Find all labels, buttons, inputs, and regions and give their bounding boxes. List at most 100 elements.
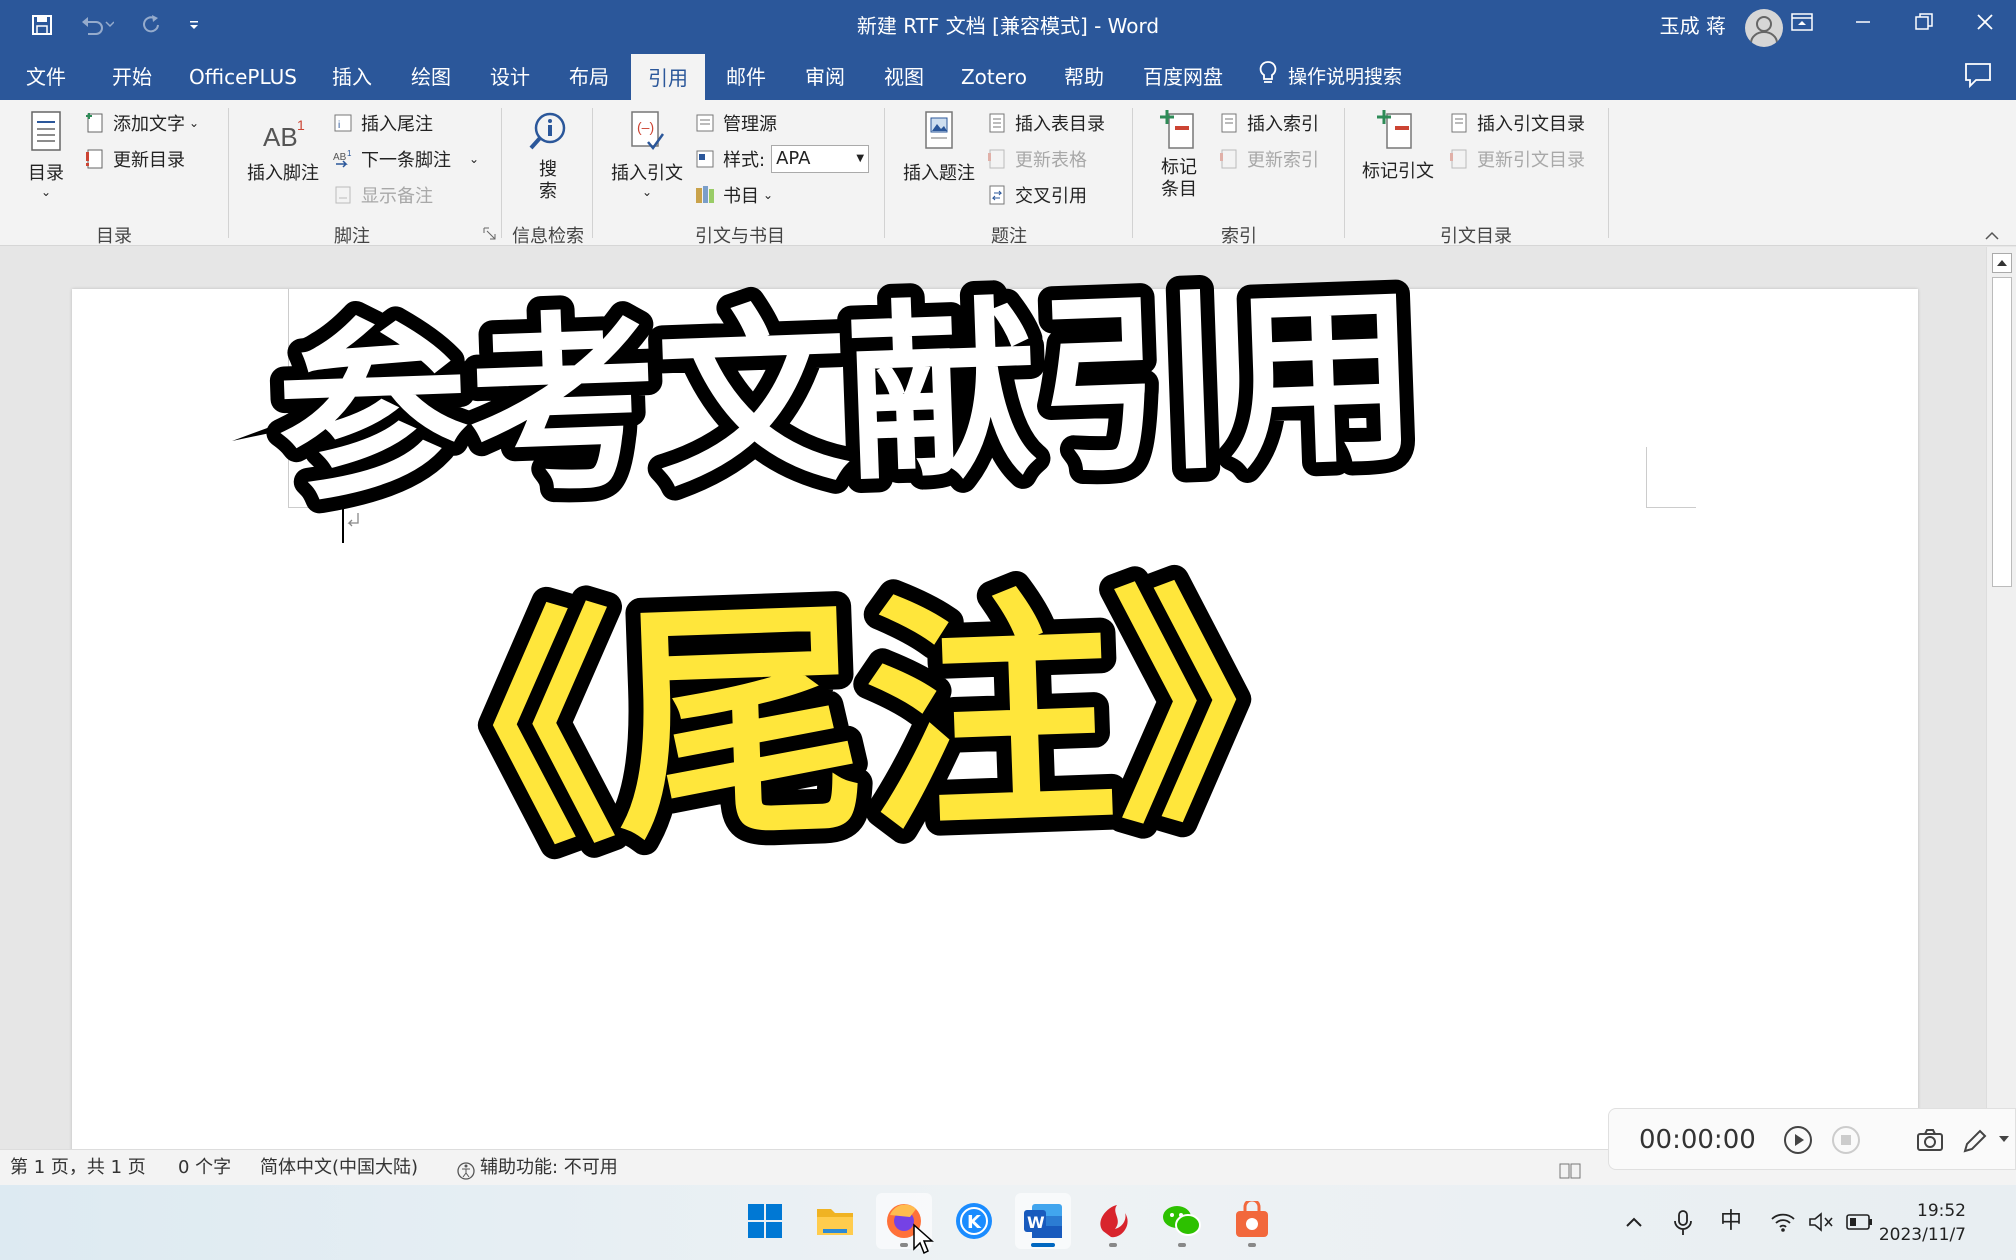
tab-design[interactable]: 设计 [482,50,538,100]
recorder-menu-icon[interactable] [1997,1131,2011,1145]
read-mode-icon[interactable] [1558,1158,1582,1179]
insert-toa-icon [1451,113,1467,133]
tab-references[interactable]: 引用 [631,54,705,100]
insert-footnote-button[interactable]: AB 1 插入脚注 [242,116,324,185]
insert-table-of-figures-button[interactable]: 插入表目录 [986,108,1105,138]
minimize-icon[interactable] [1833,0,1893,44]
style-select[interactable]: APA ▼ [771,145,870,173]
insert-citation-button[interactable]: (–) 插入引文 ⌄ [606,110,688,199]
tab-zotero[interactable]: Zotero [956,50,1032,100]
search-button[interactable]: 搜索 [525,110,571,203]
ribbon-display-options-icon[interactable] [1772,0,1832,44]
overlay-line-1: 参考文献引用 [274,266,1421,527]
wifi-icon[interactable] [1770,1211,1796,1233]
mark-entry-icon [1160,110,1194,149]
insert-index-button[interactable]: 插入索引 [1218,108,1319,138]
update-index-icon [1220,149,1237,169]
tab-review[interactable]: 审阅 [797,50,853,100]
recording-timer: 00:00:00 [1639,1125,1756,1155]
tab-mailings[interactable]: 邮件 [718,50,774,100]
insert-caption-icon [925,111,953,149]
bibliography-button[interactable]: 书目 ⌄ [694,180,773,210]
mark-entry-button[interactable]: 标记条目 [1146,108,1212,201]
update-index-button[interactable]: 更新索引 [1218,144,1319,174]
toc-icon [31,111,61,151]
customize-icon[interactable] [184,0,204,50]
wechat-icon[interactable] [1154,1193,1210,1249]
clock-time: 19:52 [1917,1201,1966,1221]
save-icon[interactable] [26,0,58,50]
insert-caption-button[interactable]: 插入题注 [898,110,980,185]
accessibility-status[interactable]: 辅助功能: 不可用 [480,1150,618,1186]
tab-baidu-netdisk[interactable]: 百度网盘 [1138,50,1228,100]
tray-chevron-icon[interactable] [1622,1211,1646,1235]
tab-file[interactable]: 文件 [18,50,74,100]
insert-endnote-button[interactable]: i 插入尾注 [332,108,433,138]
svg-text:i: i [338,120,340,131]
taskbar: K W 中 19:52 2023/11/7 [0,1185,2016,1260]
play-icon[interactable] [1783,1125,1813,1155]
toc-button[interactable]: 目录 ⌄ [20,110,72,199]
update-toa-button[interactable]: 更新引文目录 [1448,144,1585,174]
add-text-button[interactable]: 添加文字 ⌄ [84,108,199,138]
restore-icon[interactable] [1894,0,1954,44]
collapse-ribbon-icon[interactable] [1984,226,2004,242]
app-bag-icon[interactable] [1224,1193,1280,1249]
mark-citation-button[interactable]: 标记引文 [1356,108,1440,183]
volume-muted-icon[interactable] [1808,1211,1834,1233]
battery-icon[interactable] [1846,1213,1874,1231]
tab-help[interactable]: 帮助 [1056,50,1112,100]
tab-view[interactable]: 视图 [876,50,932,100]
tell-me-label: 操作说明搜索 [1288,65,1403,88]
stop-icon[interactable] [1831,1125,1861,1155]
tab-insert[interactable]: 插入 [324,50,380,100]
ribbon-tabs: 文件 开始 OfficePLUS 插入 绘图 设计 布局 引用 邮件 审阅 视图… [0,50,2016,100]
microphone-icon[interactable] [1672,1209,1694,1237]
kugou-icon[interactable]: K [946,1193,1002,1249]
page-count[interactable]: 第 1 页，共 1 页 [10,1150,146,1186]
tab-layout[interactable]: 布局 [561,50,617,100]
ribbon: 目录 ⌄ 添加文字 ⌄ 更新目录 目录 AB 1 插入脚注 i 插入尾注 AB 1 下… [0,100,2016,247]
footnote-icon: AB 1 [263,117,305,152]
system-clock[interactable]: 19:52 2023/11/7 [1879,1199,1966,1247]
footnote-dialog-launcher-icon[interactable] [483,226,497,240]
manage-sources-button[interactable]: 管理源 [694,108,777,138]
cross-reference-button[interactable]: 交叉引用 [986,180,1087,210]
user-name[interactable]: 玉成 蒋 [1660,0,1726,52]
ime-indicator[interactable]: 中 [1720,1205,1742,1239]
group-label-footnotes: 脚注 [334,226,370,247]
undo-icon[interactable] [72,0,122,50]
word-count[interactable]: 0 个字 [178,1150,231,1186]
next-footnote-button[interactable]: AB 1 下一条脚注 ⌄ [332,144,479,174]
file-explorer-icon[interactable] [807,1193,863,1249]
tab-draw[interactable]: 绘图 [403,50,459,100]
redo-icon[interactable] [134,0,170,50]
screen-recorder-widget: 00:00:00 [1608,1108,2016,1170]
bibliography-icon [696,186,714,203]
vertical-scrollbar[interactable] [1986,247,2016,1149]
tab-home[interactable]: 开始 [104,50,160,100]
overlay-line-2: 《尾注》 [360,558,1370,884]
insert-toa-button[interactable]: 插入引文目录 [1448,108,1585,138]
comments-icon[interactable] [1964,62,1992,89]
group-label-research: 信息检索 [512,226,584,247]
update-table-button[interactable]: 更新表格 [986,144,1087,174]
toc-label: 目录 [28,163,64,184]
document-canvas[interactable]: 参考文献引用 《尾注》 [0,247,1986,1169]
language-status[interactable]: 简体中文(中国大陆) [260,1150,418,1186]
scroll-thumb[interactable] [1992,277,2012,587]
accessibility-icon[interactable] [456,1158,476,1180]
camera-icon[interactable] [1915,1127,1945,1153]
app-red-icon[interactable] [1085,1193,1141,1249]
word-icon[interactable]: W [1015,1193,1071,1249]
scroll-up-icon[interactable] [1992,253,2012,273]
close-icon[interactable] [1955,0,2015,44]
update-toc-button[interactable]: 更新目录 [84,144,185,174]
tab-officeplus[interactable]: OfficePLUS [180,50,306,100]
tell-me-search[interactable]: 操作说明搜索 [1258,50,1402,100]
windows-start-icon[interactable] [737,1193,793,1249]
pen-icon[interactable] [1961,1127,1989,1155]
update-toa-icon [1450,149,1467,169]
show-notes-button[interactable]: 显示备注 [332,180,433,210]
clock-date: 2023/11/7 [1878,1225,1966,1245]
